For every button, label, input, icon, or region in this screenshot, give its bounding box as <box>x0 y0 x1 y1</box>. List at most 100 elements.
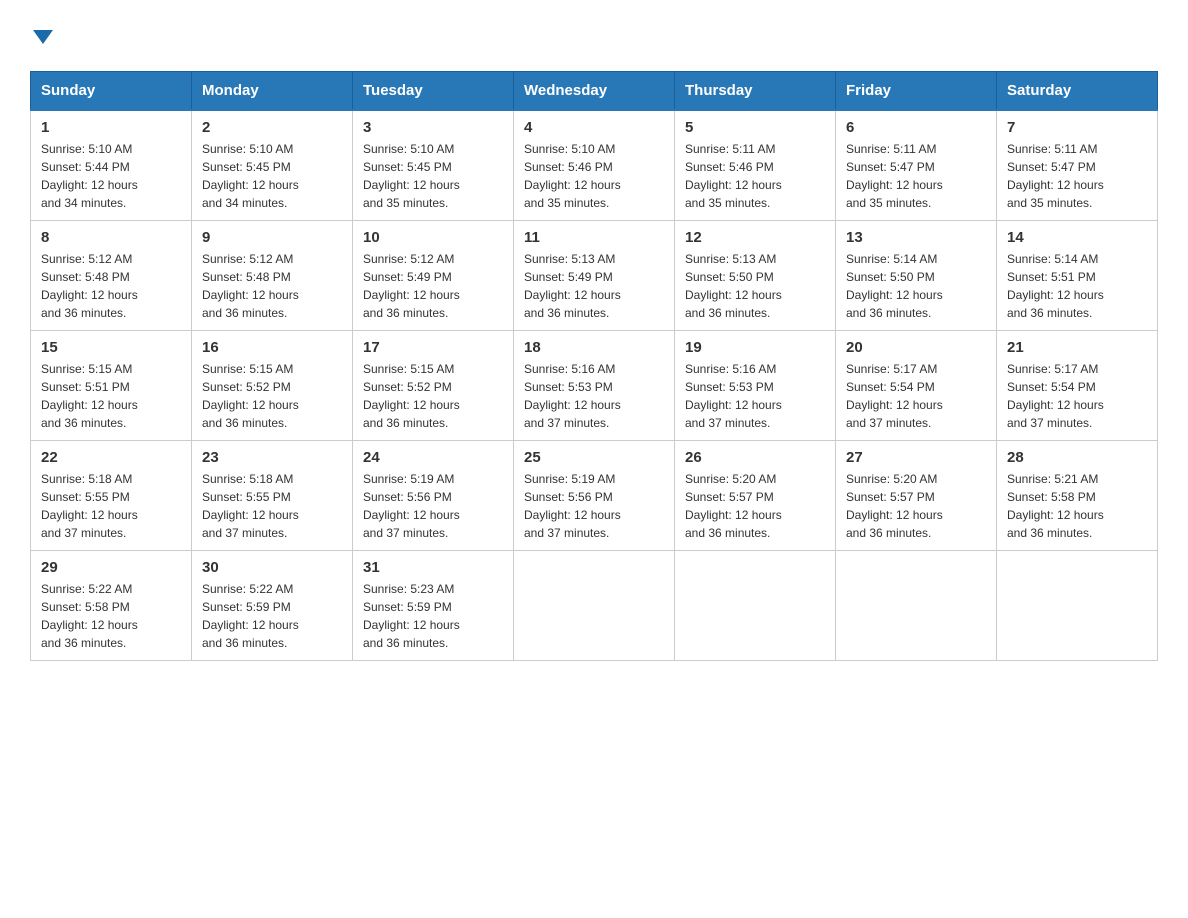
table-row: 10 Sunrise: 5:12 AMSunset: 5:49 PMDayligh… <box>353 221 514 331</box>
table-row: 24Sunrise: 5:19 AMSunset: 5:56 PMDayligh… <box>353 441 514 551</box>
day-info: Sunrise: 5:22 AMSunset: 5:59 PMDaylight:… <box>202 582 299 650</box>
calendar-week-row: 8 Sunrise: 5:12 AMSunset: 5:48 PMDaylight… <box>31 221 1158 331</box>
day-info: Sunrise: 5:23 AMSunset: 5:59 PMDaylight:… <box>363 582 460 650</box>
day-info: Sunrise: 5:10 AMSunset: 5:46 PMDaylight:… <box>524 142 621 210</box>
calendar-week-row: 1 Sunrise: 5:10 AMSunset: 5:44 PMDaylight… <box>31 110 1158 221</box>
day-info: Sunrise: 5:16 AMSunset: 5:53 PMDaylight:… <box>524 362 621 430</box>
calendar-header-row: Sunday Monday Tuesday Wednesday Thursday… <box>31 72 1158 111</box>
header-sunday: Sunday <box>31 72 192 111</box>
header-wednesday: Wednesday <box>514 72 675 111</box>
calendar-table: Sunday Monday Tuesday Wednesday Thursday… <box>30 71 1158 661</box>
day-info: Sunrise: 5:20 AMSunset: 5:57 PMDaylight:… <box>846 472 943 540</box>
table-row: 16 Sunrise: 5:15 AMSunset: 5:52 PMDayligh… <box>192 331 353 441</box>
table-row: 15 Sunrise: 5:15 AMSunset: 5:51 PMDayligh… <box>31 331 192 441</box>
day-number: 1 <box>41 119 181 136</box>
day-info: Sunrise: 5:19 AMSunset: 5:56 PMDaylight:… <box>363 472 460 540</box>
table-row: 30 Sunrise: 5:22 AMSunset: 5:59 PMDayligh… <box>192 551 353 661</box>
table-row: 13 Sunrise: 5:14 AMSunset: 5:50 PMDayligh… <box>836 221 997 331</box>
table-row <box>836 551 997 661</box>
table-row: 23 Sunrise: 5:18 AMSunset: 5:55 PMDayligh… <box>192 441 353 551</box>
table-row: 9 Sunrise: 5:12 AMSunset: 5:48 PMDaylight… <box>192 221 353 331</box>
logo-line1 <box>30 20 53 51</box>
day-number: 8 <box>41 229 181 246</box>
calendar-week-row: 22 Sunrise: 5:18 AMSunset: 5:55 PMDayligh… <box>31 441 1158 551</box>
day-number: 10 <box>363 229 503 246</box>
day-number: 9 <box>202 229 342 246</box>
table-row: 1 Sunrise: 5:10 AMSunset: 5:44 PMDaylight… <box>31 110 192 221</box>
day-number: 6 <box>846 119 986 136</box>
table-row <box>514 551 675 661</box>
day-number: 30 <box>202 559 342 576</box>
table-row: 22 Sunrise: 5:18 AMSunset: 5:55 PMDayligh… <box>31 441 192 551</box>
table-row: 21 Sunrise: 5:17 AMSunset: 5:54 PMDayligh… <box>997 331 1158 441</box>
table-row: 6Sunrise: 5:11 AMSunset: 5:47 PMDaylight… <box>836 110 997 221</box>
day-number: 12 <box>685 229 825 246</box>
table-row: 11 Sunrise: 5:13 AMSunset: 5:49 PMDayligh… <box>514 221 675 331</box>
day-info: Sunrise: 5:12 AMSunset: 5:48 PMDaylight:… <box>202 252 299 320</box>
table-row: 20 Sunrise: 5:17 AMSunset: 5:54 PMDayligh… <box>836 331 997 441</box>
day-info: Sunrise: 5:16 AMSunset: 5:53 PMDaylight:… <box>685 362 782 430</box>
table-row: 28 Sunrise: 5:21 AMSunset: 5:58 PMDayligh… <box>997 441 1158 551</box>
day-number: 11 <box>524 229 664 246</box>
day-info: Sunrise: 5:11 AMSunset: 5:47 PMDaylight:… <box>1007 142 1104 210</box>
table-row: 29Sunrise: 5:22 AMSunset: 5:58 PMDayligh… <box>31 551 192 661</box>
day-number: 16 <box>202 339 342 356</box>
day-info: Sunrise: 5:15 AMSunset: 5:52 PMDaylight:… <box>363 362 460 430</box>
day-info: Sunrise: 5:15 AMSunset: 5:51 PMDaylight:… <box>41 362 138 430</box>
header-friday: Friday <box>836 72 997 111</box>
table-row: 25Sunrise: 5:19 AMSunset: 5:56 PMDayligh… <box>514 441 675 551</box>
day-number: 23 <box>202 449 342 466</box>
day-number: 28 <box>1007 449 1147 466</box>
day-info: Sunrise: 5:18 AMSunset: 5:55 PMDaylight:… <box>202 472 299 540</box>
day-number: 18 <box>524 339 664 356</box>
table-row <box>675 551 836 661</box>
day-number: 7 <box>1007 119 1147 136</box>
header-saturday: Saturday <box>997 72 1158 111</box>
day-number: 14 <box>1007 229 1147 246</box>
day-info: Sunrise: 5:17 AMSunset: 5:54 PMDaylight:… <box>846 362 943 430</box>
table-row: 19Sunrise: 5:16 AMSunset: 5:53 PMDayligh… <box>675 331 836 441</box>
table-row: 27 Sunrise: 5:20 AMSunset: 5:57 PMDayligh… <box>836 441 997 551</box>
day-number: 2 <box>202 119 342 136</box>
day-number: 15 <box>41 339 181 356</box>
page-header <box>30 20 1158 51</box>
day-info: Sunrise: 5:20 AMSunset: 5:57 PMDaylight:… <box>685 472 782 540</box>
day-info: Sunrise: 5:15 AMSunset: 5:52 PMDaylight:… <box>202 362 299 430</box>
day-info: Sunrise: 5:13 AMSunset: 5:49 PMDaylight:… <box>524 252 621 320</box>
day-info: Sunrise: 5:19 AMSunset: 5:56 PMDaylight:… <box>524 472 621 540</box>
calendar-week-row: 15 Sunrise: 5:15 AMSunset: 5:51 PMDayligh… <box>31 331 1158 441</box>
day-number: 20 <box>846 339 986 356</box>
day-info: Sunrise: 5:17 AMSunset: 5:54 PMDaylight:… <box>1007 362 1104 430</box>
table-row: 8 Sunrise: 5:12 AMSunset: 5:48 PMDaylight… <box>31 221 192 331</box>
day-info: Sunrise: 5:14 AMSunset: 5:51 PMDaylight:… <box>1007 252 1104 320</box>
day-number: 22 <box>41 449 181 466</box>
day-number: 3 <box>363 119 503 136</box>
table-row: 18 Sunrise: 5:16 AMSunset: 5:53 PMDayligh… <box>514 331 675 441</box>
table-row: 26Sunrise: 5:20 AMSunset: 5:57 PMDayligh… <box>675 441 836 551</box>
table-row: 31Sunrise: 5:23 AMSunset: 5:59 PMDayligh… <box>353 551 514 661</box>
day-info: Sunrise: 5:12 AMSunset: 5:49 PMDaylight:… <box>363 252 460 320</box>
day-info: Sunrise: 5:18 AMSunset: 5:55 PMDaylight:… <box>41 472 138 540</box>
table-row: 2 Sunrise: 5:10 AMSunset: 5:45 PMDaylight… <box>192 110 353 221</box>
table-row: 12Sunrise: 5:13 AMSunset: 5:50 PMDayligh… <box>675 221 836 331</box>
day-info: Sunrise: 5:11 AMSunset: 5:46 PMDaylight:… <box>685 142 782 210</box>
day-info: Sunrise: 5:12 AMSunset: 5:48 PMDaylight:… <box>41 252 138 320</box>
header-thursday: Thursday <box>675 72 836 111</box>
calendar-week-row: 29Sunrise: 5:22 AMSunset: 5:58 PMDayligh… <box>31 551 1158 661</box>
header-tuesday: Tuesday <box>353 72 514 111</box>
day-number: 13 <box>846 229 986 246</box>
table-row: 3Sunrise: 5:10 AMSunset: 5:45 PMDaylight… <box>353 110 514 221</box>
day-number: 29 <box>41 559 181 576</box>
day-number: 4 <box>524 119 664 136</box>
day-info: Sunrise: 5:10 AMSunset: 5:44 PMDaylight:… <box>41 142 138 210</box>
logo <box>30 20 53 51</box>
day-number: 17 <box>363 339 503 356</box>
day-info: Sunrise: 5:21 AMSunset: 5:58 PMDaylight:… <box>1007 472 1104 540</box>
day-info: Sunrise: 5:14 AMSunset: 5:50 PMDaylight:… <box>846 252 943 320</box>
day-info: Sunrise: 5:10 AMSunset: 5:45 PMDaylight:… <box>202 142 299 210</box>
table-row: 17 Sunrise: 5:15 AMSunset: 5:52 PMDayligh… <box>353 331 514 441</box>
day-number: 27 <box>846 449 986 466</box>
day-number: 5 <box>685 119 825 136</box>
table-row: 7 Sunrise: 5:11 AMSunset: 5:47 PMDaylight… <box>997 110 1158 221</box>
day-number: 21 <box>1007 339 1147 356</box>
